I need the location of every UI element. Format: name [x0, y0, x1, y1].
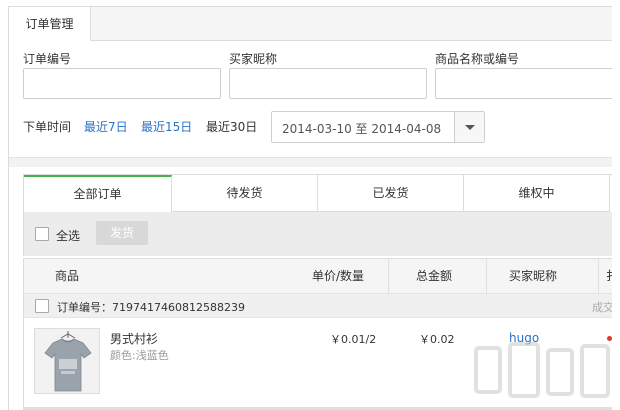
- tab-pending-shipment[interactable]: 待发货: [172, 175, 318, 212]
- buyer-nick-input[interactable]: [229, 68, 427, 99]
- order-checkbox[interactable]: [35, 299, 49, 313]
- order-no-label: 订单编号: [23, 52, 72, 66]
- product-name[interactable]: 男式村衫: [110, 330, 158, 347]
- date-range-dropdown-button[interactable]: [454, 112, 484, 142]
- order-no-input[interactable]: [23, 68, 221, 99]
- caret-down-icon: [465, 125, 475, 130]
- select-all-checkbox[interactable]: [35, 227, 49, 241]
- order-date-label: 下单时间: [23, 120, 72, 134]
- header-buyer: 买家昵称: [509, 269, 558, 283]
- tab-disputes[interactable]: 维权中: [464, 175, 610, 212]
- order-status-text: 成交: [592, 301, 612, 314]
- order-number: 订单编号：7197417460812588239: [57, 301, 245, 314]
- column-divider: [388, 259, 389, 294]
- date-range-picker[interactable]: 2014-03-10 至 2014-04-08: [271, 111, 485, 143]
- tab-order-management[interactable]: 订单管理: [9, 7, 91, 42]
- date-last-7-link[interactable]: 最近7日: [84, 118, 128, 135]
- watermark-logo: [474, 342, 610, 398]
- header-product: 商品: [55, 269, 80, 283]
- column-divider: [486, 259, 487, 294]
- bulk-action-bar: 全选 发货: [23, 212, 612, 256]
- order-total: ￥0.02: [419, 333, 455, 346]
- order-status-tabs: 全部订单 待发货 已发货 维权中: [23, 174, 612, 212]
- order-table-header: 商品 单价/数量 总金额 买家昵称 扌: [23, 258, 612, 294]
- tab-shipped[interactable]: 已发货: [318, 175, 464, 212]
- order-group-header: 订单编号：7197417460812588239 成交: [23, 294, 612, 318]
- tab-all-orders[interactable]: 全部订单: [24, 175, 172, 212]
- product-label: 商品名称或编号: [435, 52, 520, 66]
- date-last-30-option[interactable]: 最近30日: [206, 118, 257, 135]
- select-all-label: 全选: [56, 229, 81, 243]
- buyer-nick-label: 买家昵称: [229, 52, 278, 66]
- tshirt-image: [35, 329, 99, 393]
- header-total: 总金额: [416, 269, 453, 283]
- date-range-text: 2014-03-10 至 2014-04-08: [282, 122, 442, 136]
- header-more-cut: 扌: [606, 259, 612, 294]
- header-price-qty: 单价/数量: [312, 269, 365, 283]
- column-divider: [598, 259, 599, 294]
- product-spec: 颜色:浅蓝色: [110, 349, 169, 362]
- product-input[interactable]: [435, 68, 612, 99]
- page-tab-strip: 订单管理: [9, 7, 612, 42]
- product-thumbnail[interactable]: [34, 328, 100, 394]
- ship-button[interactable]: 发货: [96, 221, 148, 245]
- section-divider: [9, 157, 612, 167]
- date-last-15-link[interactable]: 最近15日: [141, 118, 192, 135]
- unit-price-quantity: ￥0.01/2: [330, 333, 377, 346]
